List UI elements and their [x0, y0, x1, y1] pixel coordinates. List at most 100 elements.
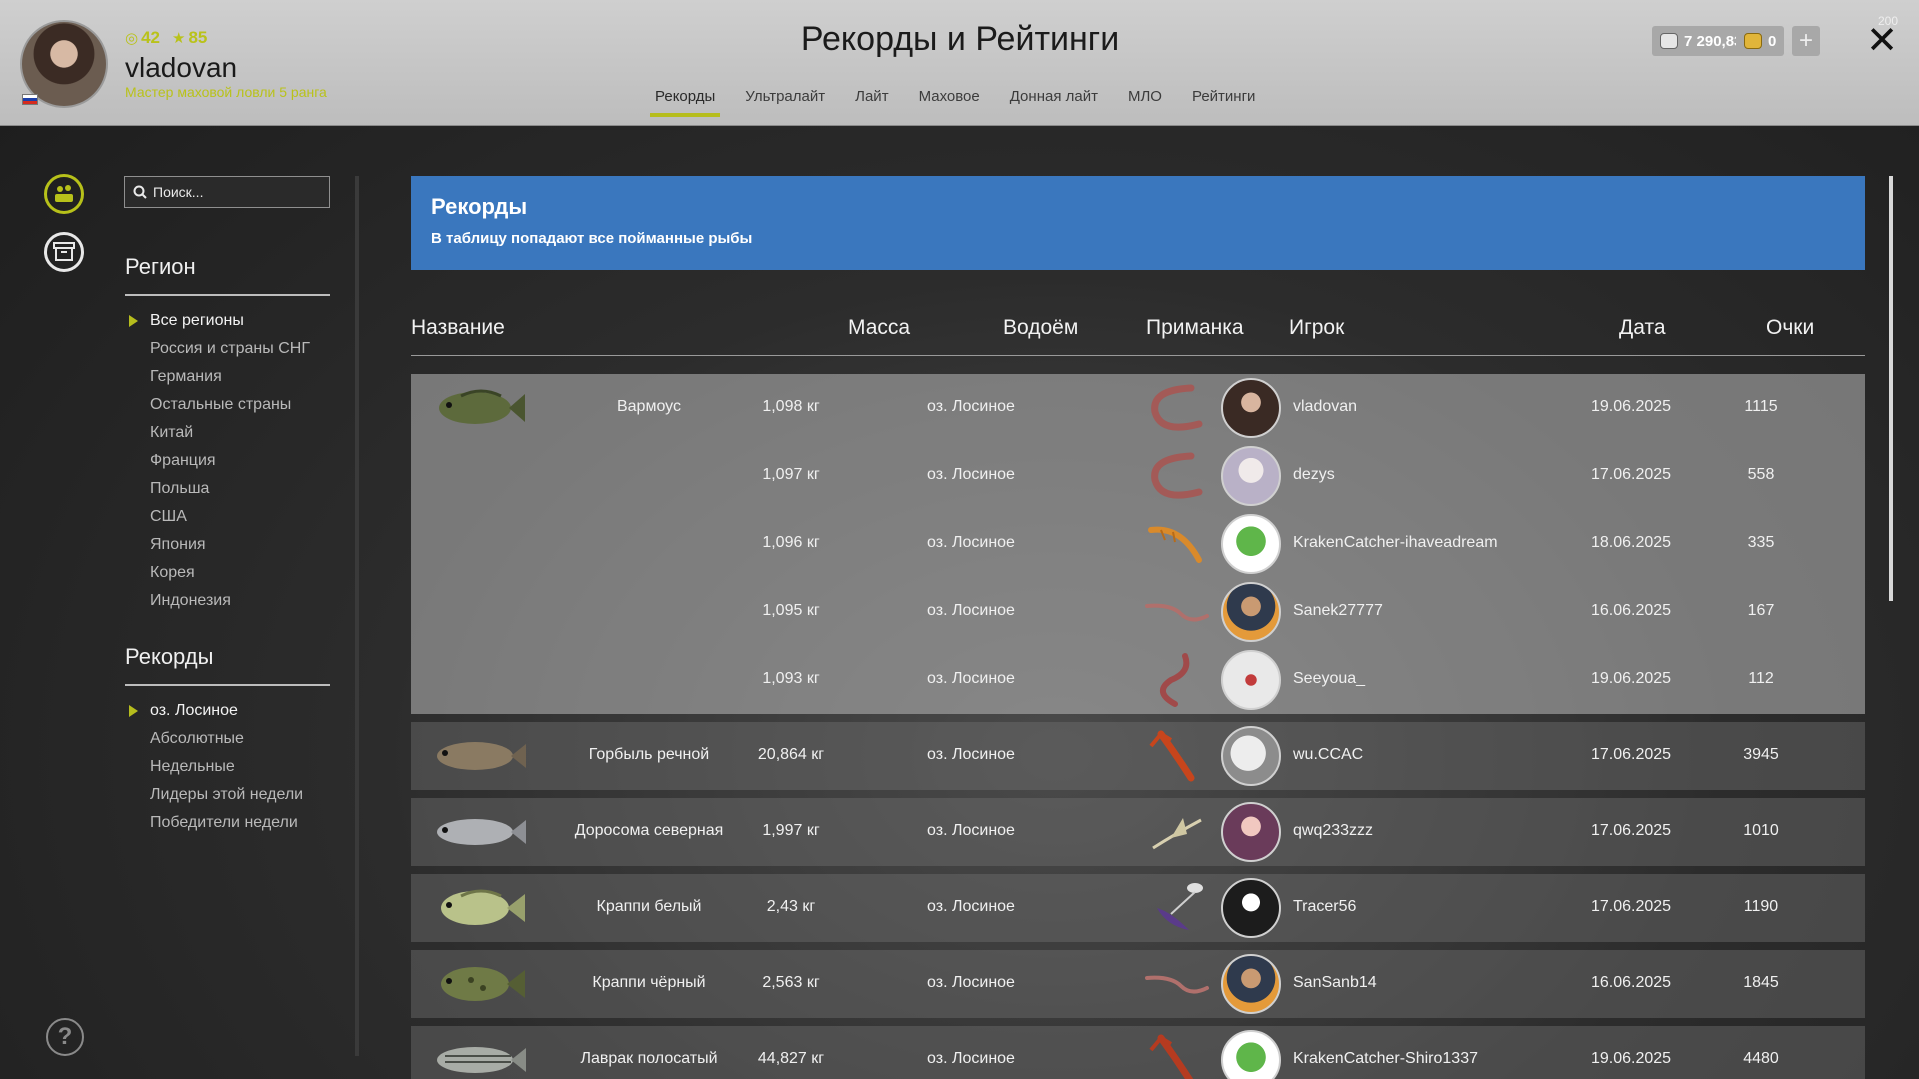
player-avatar[interactable]	[1221, 650, 1281, 710]
table-row[interactable]: Краппи чёрный 2,563 кг оз. Лосиное SanSa…	[411, 950, 1865, 1018]
player-avatar[interactable]	[1221, 446, 1281, 506]
region-item-france[interactable]: Франция	[125, 447, 310, 475]
table-row[interactable]: 1,098 кг оз. Лосиное vladovan 19.06.2025…	[411, 374, 1865, 442]
level-value: 42	[141, 28, 161, 47]
date-cell: 18.06.2025	[1590, 534, 1672, 551]
search-input[interactable]	[153, 184, 323, 200]
region-item-korea[interactable]: Корея	[125, 559, 310, 587]
white-crappie-fish-icon	[441, 889, 525, 925]
region-item-russia[interactable]: Россия и страны СНГ	[125, 335, 310, 363]
water-cell: оз. Лосиное	[927, 466, 1015, 483]
player-cell[interactable]: vladovan	[1293, 398, 1357, 416]
table-row[interactable]: Доросома северная 1,997 кг оз. Лосиное q…	[411, 798, 1865, 866]
date-cell: 16.06.2025	[1590, 974, 1672, 991]
records-item-weekly[interactable]: Недельные	[125, 753, 303, 781]
water-cell: оз. Лосиное	[927, 822, 1015, 839]
points-cell: 4480	[1743, 1050, 1779, 1067]
col-water[interactable]: Водоём	[1003, 316, 1078, 340]
col-player[interactable]: Игрок	[1289, 316, 1344, 340]
player-avatar[interactable]	[1221, 726, 1281, 786]
player-stats: ◎ 42 ★ 85	[125, 28, 207, 48]
add-currency-button[interactable]: +	[1792, 26, 1820, 56]
main-scrollbar[interactable]	[1889, 176, 1893, 601]
player-avatar[interactable]	[1221, 954, 1281, 1014]
col-mass[interactable]: Масса	[848, 316, 910, 340]
player-cell[interactable]: Tracer56	[1293, 898, 1356, 916]
col-points[interactable]: Очки	[1766, 316, 1814, 340]
fish-group-warmouth[interactable]: Вармоус 1,098 кг оз. Лосиное vladovan 19…	[411, 374, 1865, 714]
tab-mlo[interactable]: МЛО	[1113, 88, 1177, 117]
col-date[interactable]: Дата	[1619, 316, 1666, 340]
region-item-all[interactable]: Все регионы	[125, 307, 310, 335]
tab-ratings[interactable]: Рейтинги	[1177, 88, 1270, 117]
tab-ultralight[interactable]: Ультралайт	[730, 88, 840, 117]
records-item-lake[interactable]: оз. Лосиное	[125, 697, 303, 725]
mayfly-lure-icon	[1152, 818, 1202, 850]
worm-lure-icon	[1151, 384, 1203, 431]
player-avatar[interactable]	[1221, 514, 1281, 574]
records-item-week-leaders[interactable]: Лидеры этой недели	[125, 781, 303, 809]
table-header: Название Масса Водоём Приманка Игрок Дат…	[411, 308, 1865, 356]
player-cell[interactable]: KrakenCatcher-ihaveadream	[1293, 534, 1498, 552]
date-cell: 16.06.2025	[1590, 602, 1672, 619]
tab-records[interactable]: Рекорды	[640, 88, 730, 117]
col-lure[interactable]: Приманка	[1146, 316, 1244, 340]
mass-cell: 1,096 кг	[762, 534, 820, 551]
gold-balance: 0	[1736, 26, 1785, 56]
player-cell[interactable]: KrakenCatcher-Shiro1337	[1293, 1050, 1478, 1068]
table-row[interactable]: 1,093 кг оз. Лосиное Seeyoua_ 19.06.2025…	[411, 646, 1865, 714]
player-cell[interactable]: qwq233zzz	[1293, 822, 1373, 840]
table-row[interactable]: Горбыль речной 20,864 кг оз. Лосиное wu.…	[411, 722, 1865, 790]
crayfish-lure-icon	[1149, 730, 1195, 782]
player-cell[interactable]: wu.CCAC	[1293, 746, 1363, 764]
username: vladovan	[125, 52, 238, 83]
player-cell[interactable]: dezys	[1293, 466, 1335, 484]
player-avatar[interactable]	[1221, 582, 1281, 642]
tab-bottom-light[interactable]: Донная лайт	[995, 88, 1113, 117]
water-cell: оз. Лосиное	[927, 974, 1015, 991]
table-row[interactable]: 1,095 кг оз. Лосиное Sanek27777 16.06.20…	[411, 578, 1865, 646]
table-row[interactable]: Краппи белый 2,43 кг оз. Лосиное Tracer5…	[411, 874, 1865, 942]
tab-light[interactable]: Лайт	[840, 88, 903, 117]
gold-value: 0	[1768, 32, 1777, 50]
player-avatar[interactable]	[1221, 878, 1281, 938]
col-name[interactable]: Название	[411, 316, 505, 340]
region-item-china[interactable]: Китай	[125, 419, 310, 447]
region-item-germany[interactable]: Германия	[125, 363, 310, 391]
player-avatar[interactable]	[1221, 1030, 1281, 1079]
player-cell[interactable]: SanSanb14	[1293, 974, 1377, 992]
points-cell: 1010	[1743, 822, 1779, 839]
player-cell[interactable]: Seeyoua_	[1293, 670, 1365, 688]
records-item-absolute[interactable]: Абсолютные	[125, 725, 303, 753]
mass-cell: 20,864 кг	[757, 746, 825, 763]
sidebar-scrollbar[interactable]	[355, 176, 359, 1056]
region-item-other[interactable]: Остальные страны	[125, 391, 310, 419]
community-icon[interactable]	[44, 174, 84, 214]
player-avatar[interactable]	[1221, 802, 1281, 862]
region-item-poland[interactable]: Польша	[125, 475, 310, 503]
region-item-indonesia[interactable]: Индонезия	[125, 587, 310, 615]
mass-cell: 1,997 кг	[762, 822, 820, 839]
tab-float[interactable]: Маховое	[904, 88, 995, 117]
region-item-japan[interactable]: Япония	[125, 531, 310, 559]
help-icon[interactable]: ?	[46, 1018, 84, 1056]
table-row[interactable]: Лаврак полосатый 44,827 кг оз. Лосиное K…	[411, 1026, 1865, 1079]
date-cell: 17.06.2025	[1590, 898, 1672, 915]
records-item-week-winners[interactable]: Победители недели	[125, 809, 303, 837]
stars-value: 85	[188, 28, 208, 47]
region-item-usa[interactable]: США	[125, 503, 310, 531]
search-box[interactable]	[124, 176, 330, 208]
player-cell[interactable]: Sanek27777	[1293, 602, 1383, 620]
archive-icon[interactable]	[44, 232, 84, 272]
category-tabs: Рекорды Ультралайт Лайт Маховое Донная л…	[640, 88, 1270, 117]
table-row[interactable]: 1,096 кг оз. Лосиное KrakenCatcher-ihave…	[411, 510, 1865, 578]
water-cell: оз. Лосиное	[927, 898, 1015, 915]
page-title: Рекорды и Рейтинги	[800, 20, 1120, 58]
mass-cell: 44,827 кг	[757, 1050, 825, 1067]
banner-subtitle: В таблицу попадают все пойманные рыбы	[431, 230, 753, 247]
player-avatar[interactable]	[1221, 378, 1281, 438]
crayfish-lure-icon	[1149, 1034, 1194, 1079]
table-row[interactable]: 1,097 кг оз. Лосиное dezys 17.06.2025 55…	[411, 442, 1865, 510]
stars-stat: ★ 85	[172, 28, 207, 48]
top-bar: ◎ 42 ★ 85 vladovan Мастер маховой ловли 5 …	[0, 0, 1919, 126]
